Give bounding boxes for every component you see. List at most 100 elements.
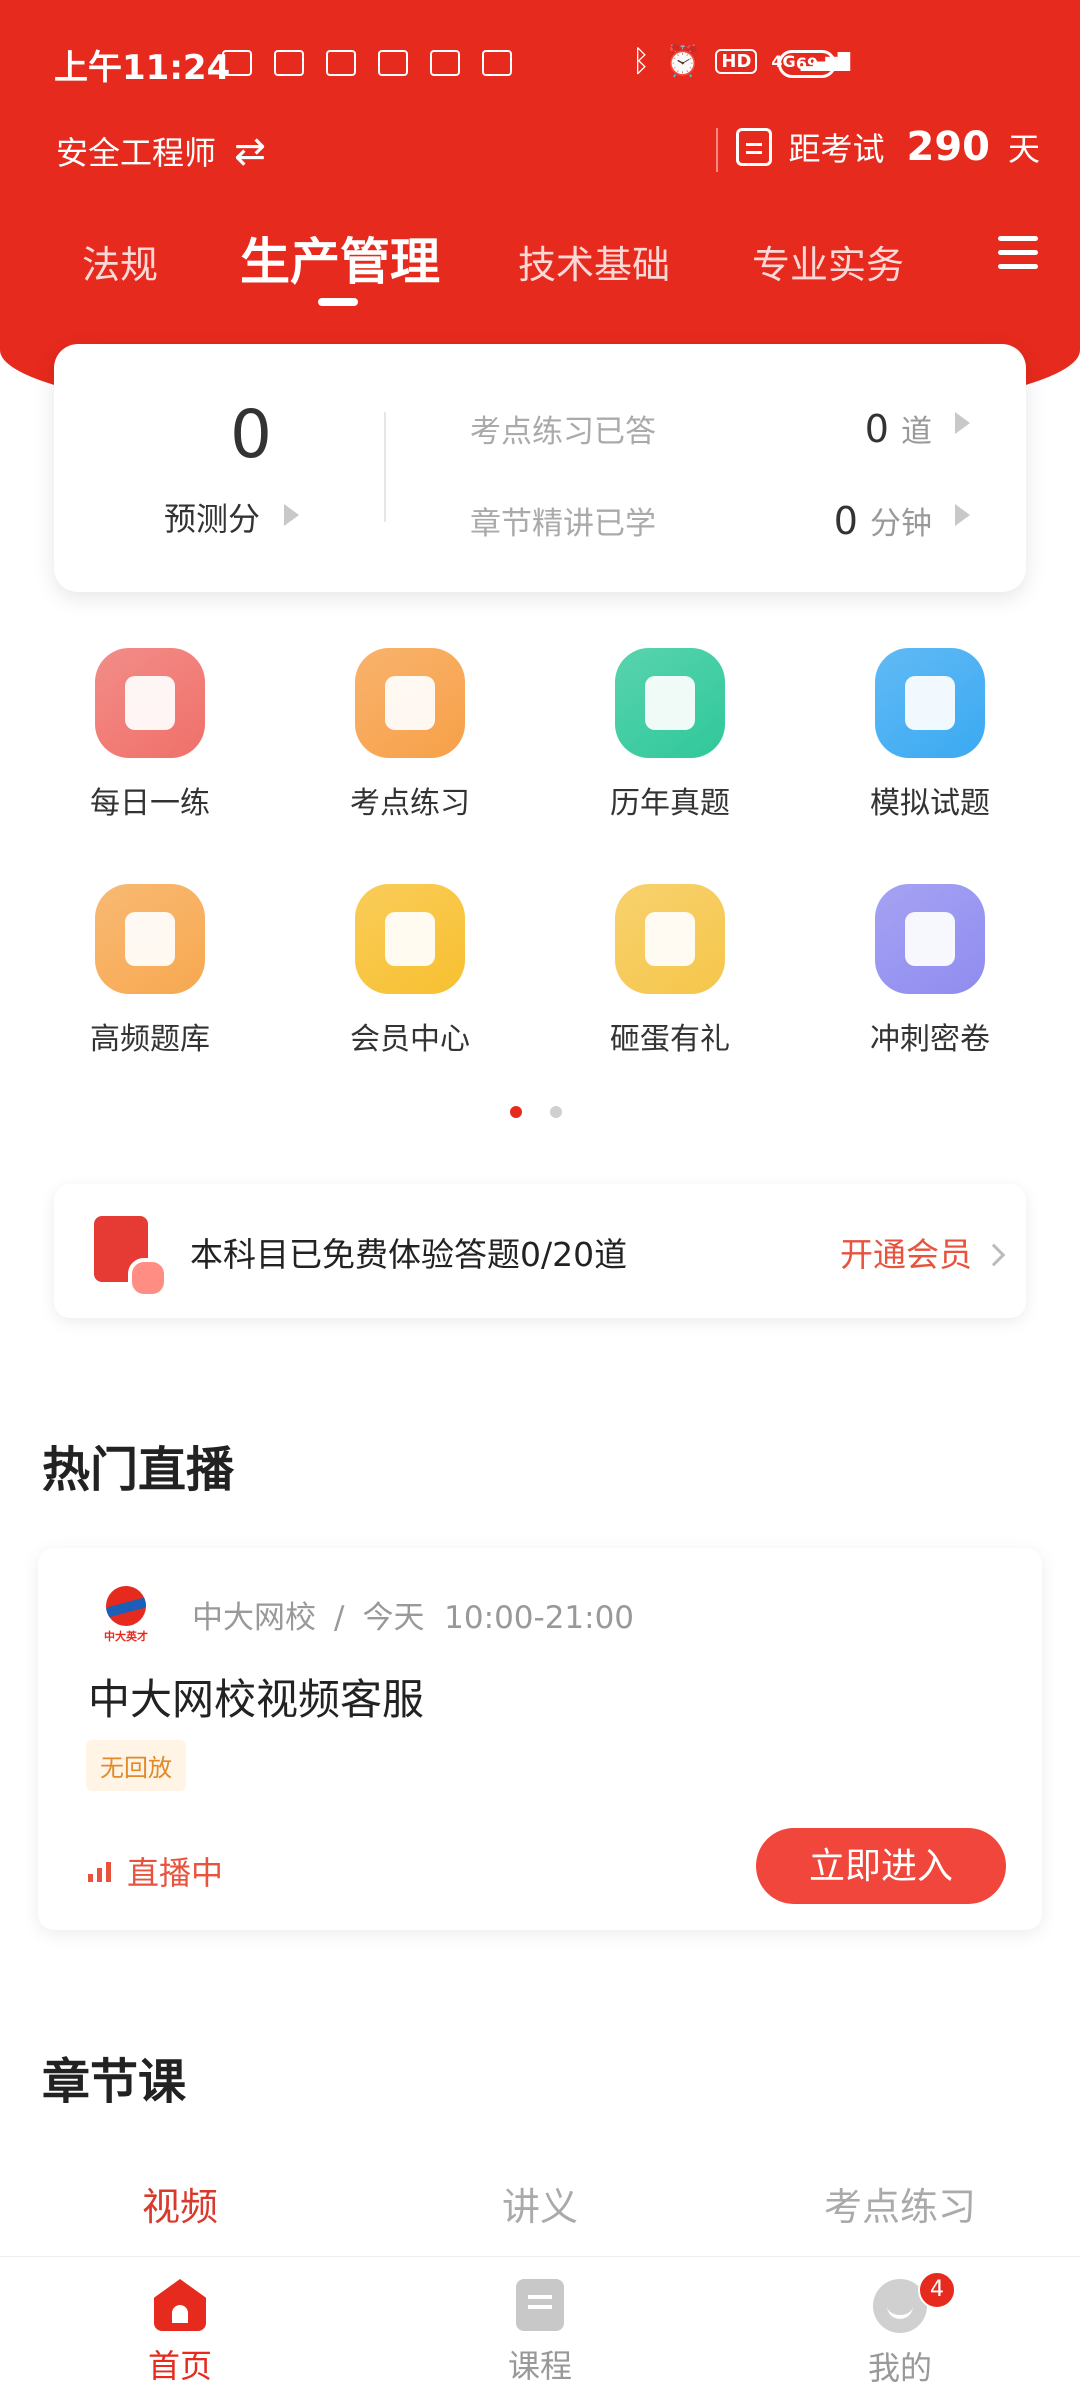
menu-icon[interactable] (998, 236, 1038, 272)
live-time: 10:00-21:00 (444, 1600, 635, 1636)
feature-lightning-doc[interactable]: 考点练习 (310, 648, 510, 822)
nav-courses[interactable]: 课程 (440, 2279, 640, 2387)
document-icon (615, 648, 725, 758)
practice-answered-row[interactable]: 考点练习已答 0 道 (470, 406, 970, 451)
feature-label: 砸蛋有礼 (610, 1022, 730, 1057)
icon-glyph (905, 676, 955, 730)
free-trial-text: 本科目已免费体验答题0/20道 (190, 1235, 628, 1274)
alarm-icon: ⏰ (664, 44, 702, 79)
meta-separator: / (334, 1600, 345, 1636)
live-meta: 中大网校 / 今天 10:00-21:00 (192, 1592, 634, 1637)
feature-label: 冲刺密卷 (870, 1022, 990, 1057)
icon-glyph (905, 912, 955, 966)
feature-label: 模拟试题 (870, 786, 990, 821)
page-dot-active (510, 1106, 522, 1118)
app-notification-icon (482, 50, 512, 76)
monitor-chart-icon (875, 648, 985, 758)
chapter-studied-row[interactable]: 章节精讲已学 0 分钟 (470, 498, 970, 543)
header-divider (716, 128, 718, 172)
feature-label: 历年真题 (610, 786, 730, 821)
tab-video[interactable]: 视频 (30, 2176, 330, 2231)
chapter-course-title: 章节课 (42, 2054, 187, 2110)
feature-golden-egg[interactable]: 砸蛋有礼 (570, 884, 770, 1058)
nav-home-label: 首页 (147, 2347, 212, 2385)
hd-icon: HD (715, 49, 758, 74)
feature-crown[interactable]: 会员中心 (310, 884, 510, 1058)
bluetooth-icon: ᛒ (632, 44, 651, 79)
open-membership-link[interactable]: 开通会员 (840, 1228, 1006, 1276)
tab-key-point-practice[interactable]: 考点练习 (750, 2176, 1050, 2231)
battery-icon: 69 (778, 50, 836, 78)
subject-tabs: 法规 生产管理 技术基础 专业实务 (0, 222, 1080, 322)
live-status-label: 直播中 (127, 1854, 224, 1892)
nav-courses-label: 课程 (507, 2347, 572, 2385)
tab-production-management[interactable]: 生产管理 (240, 222, 440, 294)
notification-icons (222, 50, 512, 76)
live-status: 直播中 (88, 1848, 223, 1894)
tab-regulations[interactable]: 法规 (82, 234, 158, 289)
logo-icon (106, 1586, 146, 1626)
feature-book[interactable]: 冲刺密卷 (830, 884, 1030, 1058)
feature-pulse-scroll[interactable]: 高频题库 (50, 884, 250, 1058)
feature-label: 高频题库 (90, 1022, 210, 1057)
live-card[interactable]: 中大英才 中大网校 / 今天 10:00-21:00 中大网校视频客服 无回放 直播… (38, 1548, 1042, 1930)
course-icon (516, 2279, 564, 2331)
status-time: 上午11:24 (54, 48, 231, 88)
logo-text: 中大英才 (104, 1630, 148, 1643)
practice-answered-label: 考点练习已答 (470, 414, 656, 450)
subject-switcher[interactable]: 安全工程师 ⇄ (56, 128, 266, 174)
notification-badge: 4 (918, 2271, 956, 2309)
bottom-nav: 首页 课程 4 我的 (0, 2256, 1080, 2400)
chapter-studied-label: 章节精讲已学 (470, 506, 656, 542)
swap-icon: ⇄ (234, 129, 266, 173)
subject-label: 安全工程师 (56, 134, 217, 172)
icon-glyph (645, 912, 695, 966)
chapter-studied-unit: 分钟 (870, 506, 932, 542)
feature-label: 考点练习 (350, 786, 470, 821)
app-notification-icon (326, 50, 356, 76)
nav-home[interactable]: 首页 (80, 2279, 280, 2387)
feature-label: 每日一练 (90, 786, 210, 821)
icon-glyph (125, 676, 175, 730)
golden-egg-icon (615, 884, 725, 994)
org-logo: 中大英才 (94, 1586, 158, 1644)
hot-live-title: 热门直播 (42, 1442, 235, 1498)
feature-calendar-check[interactable]: 每日一练 (50, 648, 250, 822)
page-indicator (510, 1106, 562, 1118)
live-bars-icon (88, 1860, 111, 1882)
tab-handout[interactable]: 讲义 (390, 2176, 690, 2231)
lightning-doc-icon (355, 648, 465, 758)
chevron-right-icon (982, 1243, 1006, 1267)
document-upload-icon (94, 1216, 168, 1298)
open-membership-label: 开通会员 (840, 1235, 972, 1274)
feature-monitor-chart[interactable]: 模拟试题 (830, 648, 1030, 822)
feature-document[interactable]: 历年真题 (570, 648, 770, 822)
exam-countdown[interactable]: 距考试 290 天 (736, 124, 1040, 170)
exam-prefix: 距考试 (788, 130, 885, 168)
icon-glyph (385, 912, 435, 966)
live-title: 中大网校视频客服 (88, 1675, 425, 1724)
free-trial-banner[interactable]: 本科目已免费体验答题0/20道 开通会员 (54, 1184, 1026, 1318)
tab-technical-basics[interactable]: 技术基础 (518, 234, 670, 289)
triangle-right-icon[interactable] (284, 504, 299, 526)
tab-professional-practice[interactable]: 专业实务 (752, 234, 904, 289)
active-tab-indicator (318, 298, 358, 306)
icon-glyph (385, 676, 435, 730)
triangle-right-icon (955, 504, 970, 526)
no-replay-tag: 无回放 (86, 1740, 186, 1791)
status-bar: 上午11:24 ᛒ ⏰ HD 4G ▂▄▆█ 69 (0, 0, 1080, 120)
practice-answered-value: 0 (864, 407, 889, 451)
practice-answered-unit: 道 (901, 414, 932, 450)
calendar-check-icon (95, 648, 205, 758)
crown-icon (355, 884, 465, 994)
home-icon (154, 2279, 206, 2331)
chapter-studied-value: 0 (833, 499, 858, 543)
live-org: 中大网校 (192, 1600, 316, 1636)
stats-card: 0 预测分 考点练习已答 0 道 章节精讲已学 0 分钟 (54, 344, 1026, 592)
exam-days: 290 (906, 124, 990, 170)
enter-live-button[interactable]: 立即进入 (756, 1828, 1006, 1904)
calendar-icon (736, 128, 773, 166)
predicted-score-label[interactable]: 预测分 (164, 494, 260, 540)
nav-me[interactable]: 4 我的 (800, 2271, 1000, 2389)
icon-glyph (645, 676, 695, 730)
